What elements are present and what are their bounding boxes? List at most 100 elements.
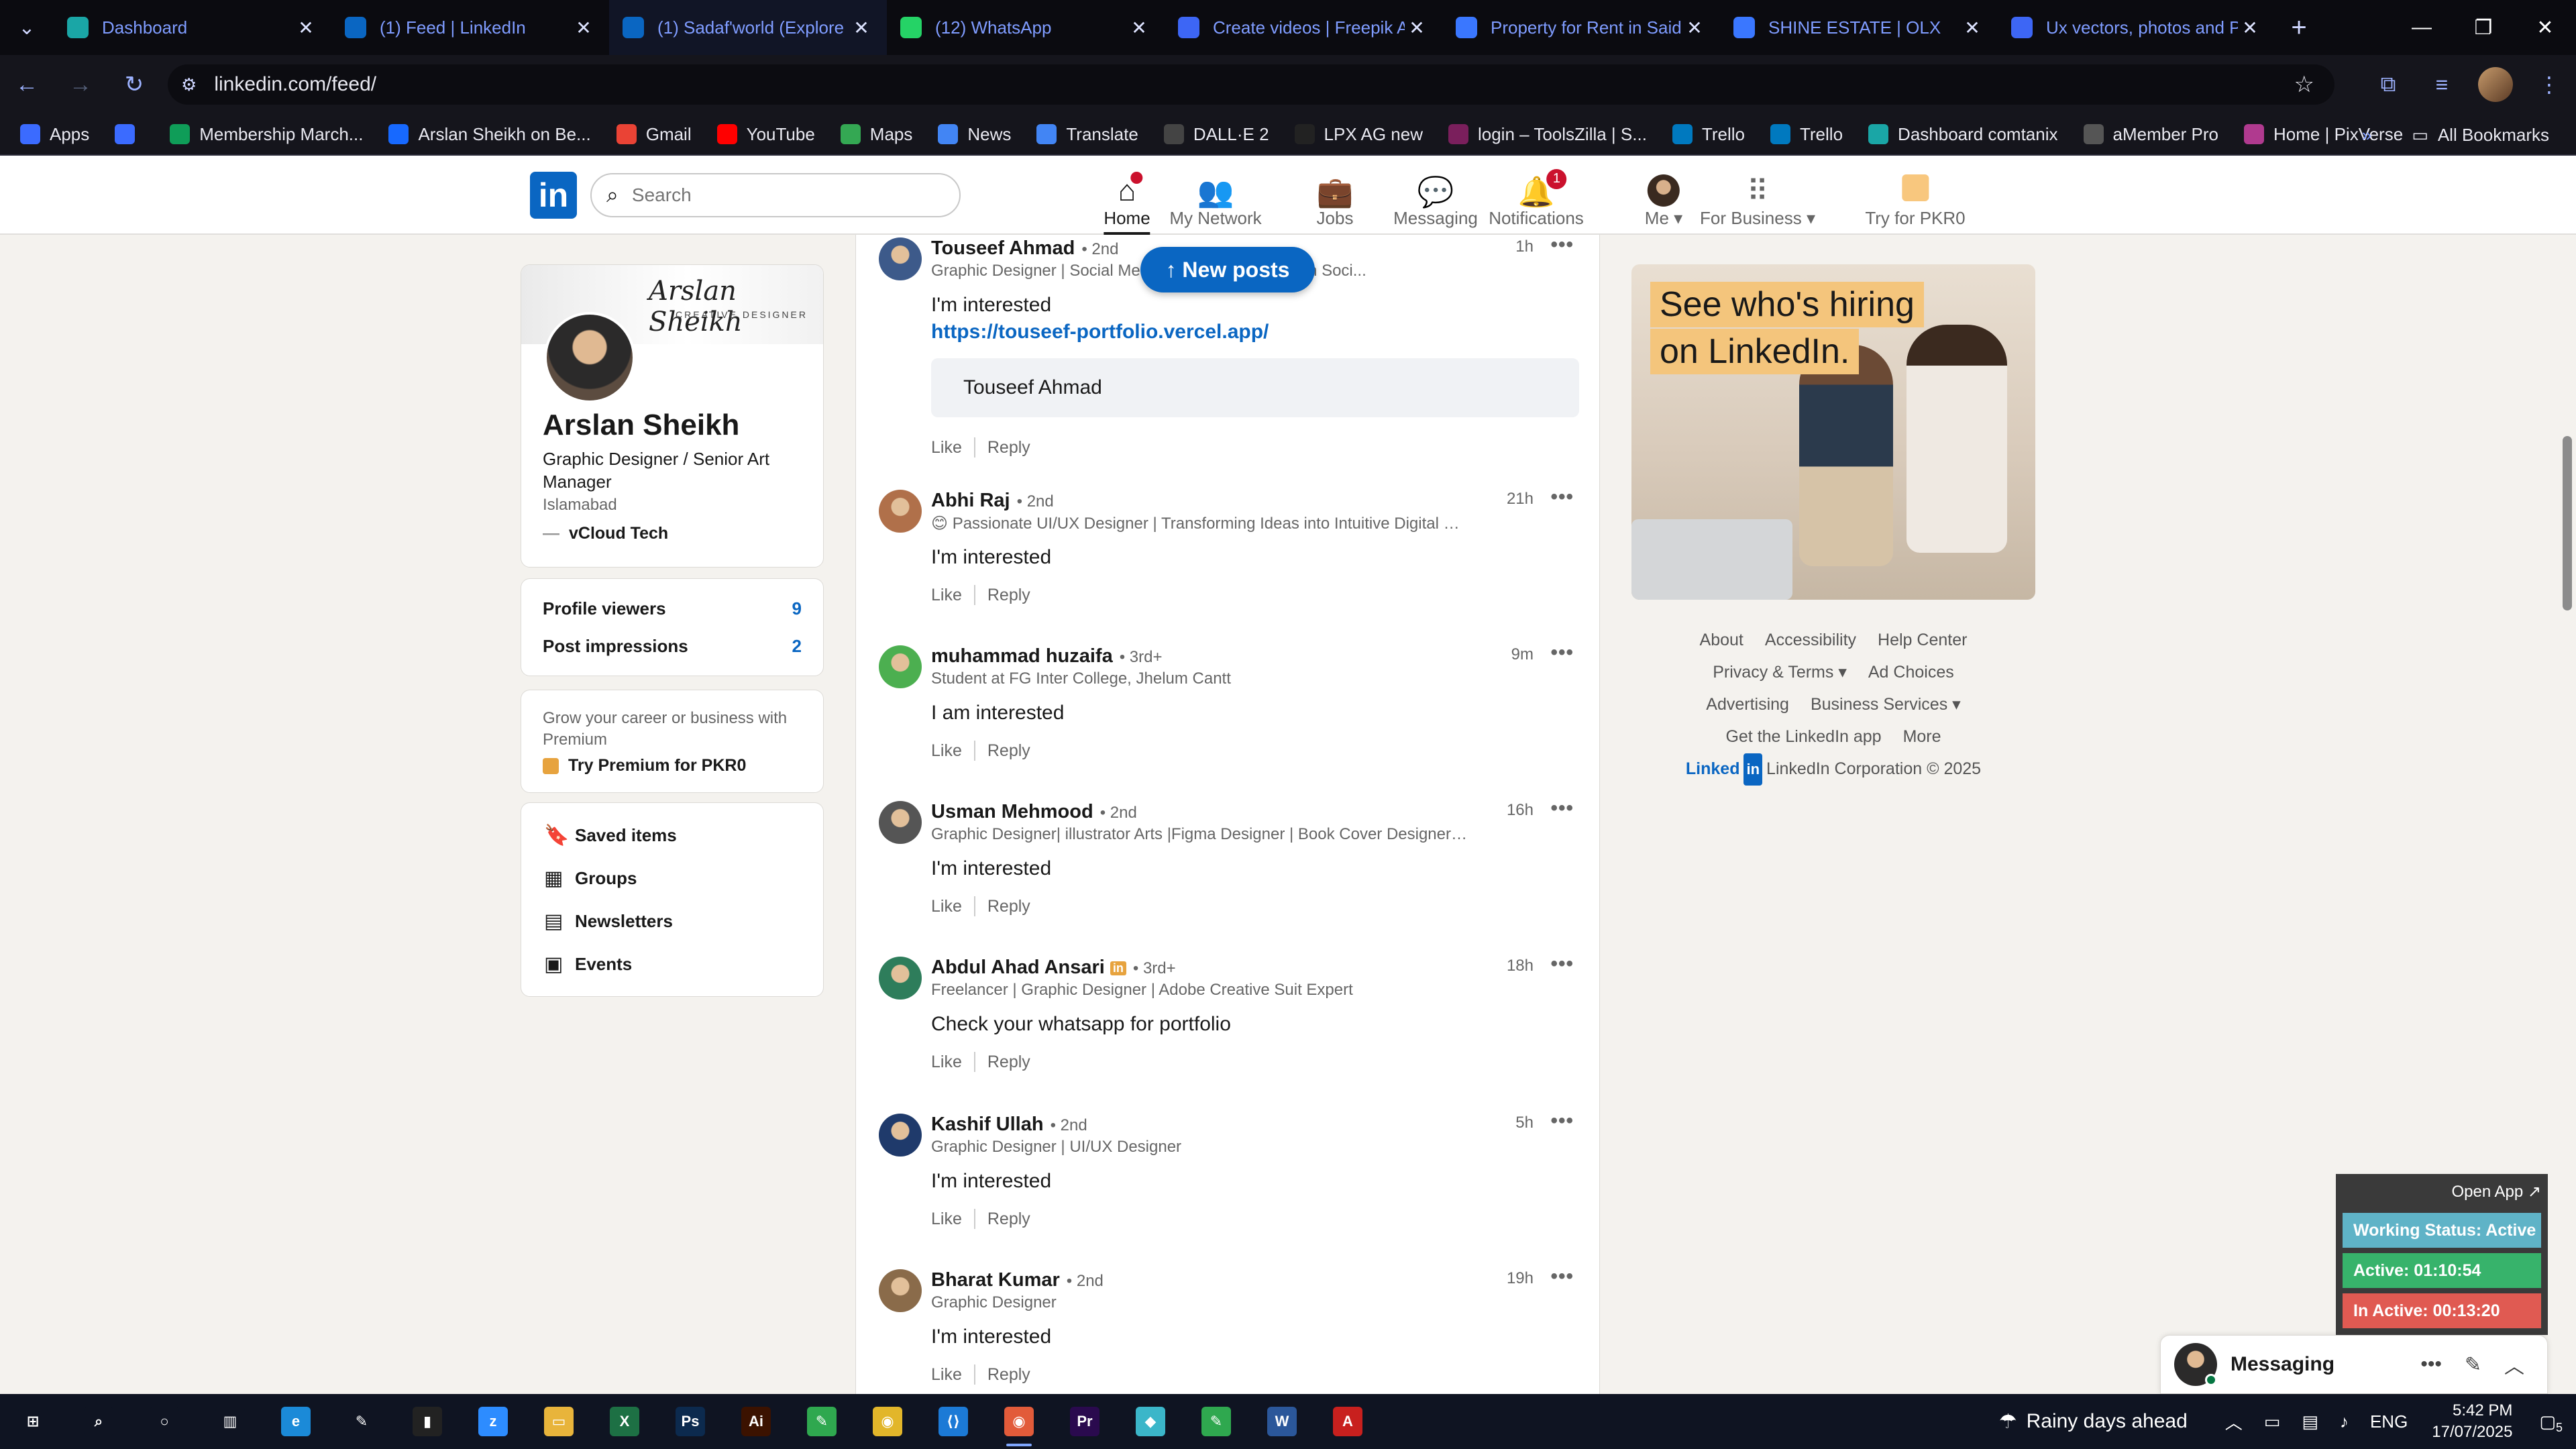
compose-icon[interactable]: ✎ <box>2465 1353 2481 1377</box>
bookmark-item[interactable]: Arslan Sheikh on Be... <box>388 124 591 145</box>
taskbar-app[interactable]: e <box>263 1394 329 1449</box>
like-button[interactable]: Like <box>931 741 962 761</box>
reply-button[interactable]: Reply <box>987 1365 1030 1385</box>
bookmark-item[interactable]: login – ToolsZilla | S... <box>1448 124 1647 145</box>
notification-center-icon[interactable]: ▢ 5 <box>2539 1411 2563 1434</box>
restore-icon[interactable]: ❐ <box>2453 0 2514 55</box>
hiring-ad[interactable]: See who's hiring on LinkedIn. <box>1631 264 2035 600</box>
footer-link[interactable]: Accessibility <box>1765 631 1856 649</box>
language-indicator[interactable]: ENG <box>2370 1411 2408 1432</box>
media-icon[interactable]: ≡ <box>2415 72 2469 97</box>
stat-row[interactable]: Post impressions 2 <box>521 627 823 665</box>
tray-chevron-icon[interactable]: ︿ <box>2225 1409 2243 1434</box>
bookmark-item[interactable]: Trello <box>1672 124 1745 145</box>
close-tab-icon[interactable]: ✕ <box>1682 17 1707 39</box>
taskbar-app[interactable]: Ps <box>657 1394 723 1449</box>
commenter-name[interactable]: Kashif Ullah • 2nd <box>931 1114 1087 1136</box>
bookmark-item[interactable]: Translate <box>1036 124 1138 145</box>
taskbar-app[interactable]: ✎ <box>1183 1394 1249 1449</box>
search-input[interactable] <box>631 184 914 206</box>
footer-link[interactable]: Business Services ▾ <box>1811 695 1961 714</box>
close-tab-icon[interactable]: ✕ <box>1405 17 1429 39</box>
browser-profile-avatar[interactable] <box>2478 67 2513 102</box>
close-tab-icon[interactable]: ✕ <box>1960 17 1984 39</box>
commenter-name[interactable]: Bharat Kumar • 2nd <box>931 1269 1104 1291</box>
browser-tab[interactable]: Dashboard ✕ <box>54 0 331 55</box>
taskbar-app[interactable]: ▭ <box>526 1394 592 1449</box>
browser-tab[interactable]: Create videos | Freepik AI ✕ <box>1165 0 1442 55</box>
commenter-avatar[interactable] <box>879 490 922 533</box>
bookmark-item[interactable]: Membership March... <box>170 124 363 145</box>
footer-link[interactable]: Get the LinkedIn app <box>1725 727 1881 746</box>
commenter-name[interactable]: Abdul Ahad Ansari in • 3rd+ <box>931 957 1176 979</box>
comment-more-icon[interactable]: ••• <box>1550 641 1574 664</box>
forward-icon[interactable]: → <box>54 55 107 114</box>
profile-avatar[interactable] <box>544 312 635 403</box>
weather-widget[interactable]: ☂ Rainy days ahead <box>1999 1410 2188 1434</box>
address-bar[interactable]: ⚙ linkedin.com/feed/ ☆ <box>168 64 2334 105</box>
close-tab-icon[interactable]: ✕ <box>849 17 873 39</box>
taskbar-app[interactable]: ✎ <box>789 1394 855 1449</box>
browser-tab[interactable]: Ux vectors, photos and P ✕ <box>1998 0 2275 55</box>
comment-more-icon[interactable]: ••• <box>1550 486 1574 508</box>
back-icon[interactable]: ← <box>0 55 54 114</box>
mention-quote[interactable]: Touseef Ahmad <box>931 358 1579 417</box>
browser-menu-icon[interactable]: ⋮ <box>2522 72 2576 97</box>
taskbar-app[interactable]: X <box>592 1394 657 1449</box>
taskbar-app[interactable]: ⟨⟩ <box>920 1394 986 1449</box>
taskbar-app[interactable]: ⌕ <box>66 1394 131 1449</box>
comment-link[interactable]: https://touseef-portfolio.vercel.app/ <box>931 321 1269 343</box>
browser-tab[interactable]: Property for Rent in Saidp ✕ <box>1442 0 1720 55</box>
commenter-avatar[interactable] <box>879 1269 922 1312</box>
commenter-name[interactable]: Touseef Ahmad • 2nd <box>931 237 1118 260</box>
nav-messaging[interactable]: 💬 Messaging <box>1393 169 1478 233</box>
sidebar-item[interactable]: 🔖 Saved items <box>521 814 823 857</box>
scrollbar-thumb[interactable] <box>2563 436 2572 610</box>
browser-tab[interactable]: SHINE ESTATE | OLX ✕ <box>1720 0 1998 55</box>
all-bookmarks-link[interactable]: All Bookmarks <box>2438 125 2549 146</box>
comment-more-icon[interactable]: ••• <box>1550 1265 1574 1288</box>
footer-link[interactable]: Help Center <box>1878 631 1967 649</box>
new-tab-button[interactable]: + <box>2275 13 2322 43</box>
comment-more-icon[interactable]: ••• <box>1550 1110 1574 1132</box>
bookmark-item[interactable]: News <box>938 124 1011 145</box>
bookmark-item[interactable]: LPX AG new <box>1294 124 1423 145</box>
reply-button[interactable]: Reply <box>987 1053 1030 1072</box>
taskbar-app[interactable]: ○ <box>131 1394 197 1449</box>
messaging-bar[interactable]: Messaging ••• ✎ ︿ <box>2160 1335 2548 1394</box>
like-button[interactable]: Like <box>931 897 962 916</box>
nav-home[interactable]: ⌂ Home <box>1104 169 1151 235</box>
bookmark-item[interactable]: Dashboard comtanix <box>1868 124 2058 145</box>
footer-link[interactable]: About <box>1700 631 1743 649</box>
reply-button[interactable]: Reply <box>987 1210 1030 1229</box>
comment-more-icon[interactable]: ••• <box>1550 797 1574 820</box>
more-bookmarks-icon[interactable]: » <box>2362 125 2371 146</box>
footer-link[interactable]: Advertising <box>1706 695 1789 714</box>
profile-name[interactable]: Arslan Sheikh <box>543 409 739 442</box>
like-button[interactable]: Like <box>931 586 962 605</box>
commenter-name[interactable]: Abhi Raj • 2nd <box>931 490 1054 512</box>
linkedin-logo[interactable]: in <box>530 172 577 219</box>
close-tab-icon[interactable]: ✕ <box>1127 17 1151 39</box>
commenter-avatar[interactable] <box>879 645 922 688</box>
taskbar-app[interactable]: Ai <box>723 1394 789 1449</box>
footer-link[interactable]: Ad Choices <box>1868 663 1954 682</box>
sidebar-item[interactable]: ▤ Newsletters <box>521 900 823 943</box>
page-scrollbar[interactable] <box>2559 235 2576 1394</box>
minimize-icon[interactable]: — <box>2391 0 2453 55</box>
nav-jobs[interactable]: 💼 Jobs <box>1317 169 1354 233</box>
commenter-avatar[interactable] <box>879 1114 922 1157</box>
taskbar-app[interactable]: W <box>1249 1394 1315 1449</box>
like-button[interactable]: Like <box>931 438 962 458</box>
network-tray-icon[interactable]: ▤ <box>2302 1411 2318 1432</box>
taskbar-app[interactable]: z <box>460 1394 526 1449</box>
browser-tab[interactable]: (12) WhatsApp ✕ <box>887 0 1165 55</box>
taskbar-app[interactable]: A <box>1315 1394 1381 1449</box>
bookmark-item[interactable]: DALL·E 2 <box>1163 124 1269 145</box>
site-info-icon[interactable]: ⚙ <box>181 74 197 95</box>
taskbar-app[interactable]: ◉ <box>855 1394 920 1449</box>
like-button[interactable]: Like <box>931 1053 962 1072</box>
taskbar-app[interactable]: ⊞ <box>0 1394 66 1449</box>
taskbar-app[interactable]: ◉ <box>986 1394 1052 1449</box>
bookmark-item[interactable] <box>115 124 144 144</box>
